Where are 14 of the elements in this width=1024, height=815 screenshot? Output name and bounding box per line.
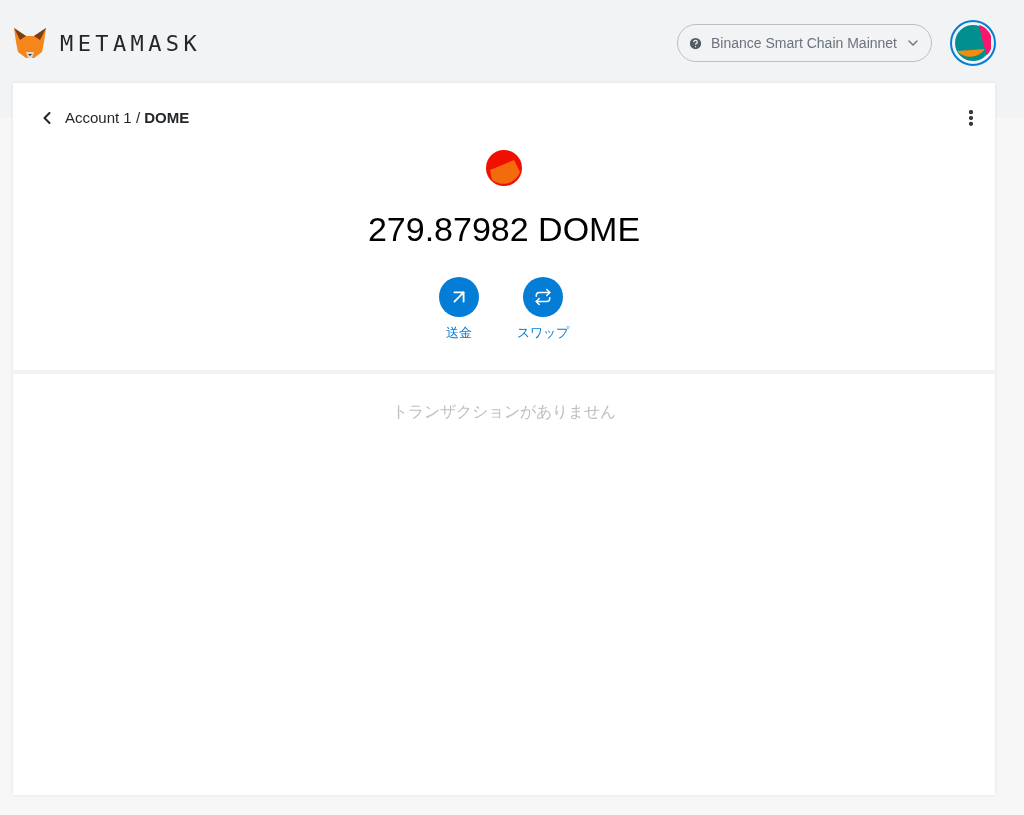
- help-icon: [688, 35, 703, 51]
- action-label: スワップ: [517, 323, 569, 342]
- breadcrumb: Account 1 / DOME: [65, 108, 190, 128]
- account-avatar[interactable]: [950, 20, 996, 66]
- network-selector[interactable]: Binance Smart Chain Mainnet: [677, 24, 932, 62]
- send-button[interactable]: [439, 276, 479, 317]
- token-balance: 279.87982 DOME: [367, 208, 641, 250]
- fox-logo-icon: [12, 26, 48, 60]
- empty-transactions-message: トランザクションがありません: [392, 402, 616, 422]
- swap-button[interactable]: [523, 276, 563, 317]
- swap-icon: [534, 287, 552, 306]
- logo-text: METAMASK: [60, 29, 202, 58]
- token-icon: [486, 149, 522, 186]
- action-label: 送金: [446, 323, 472, 342]
